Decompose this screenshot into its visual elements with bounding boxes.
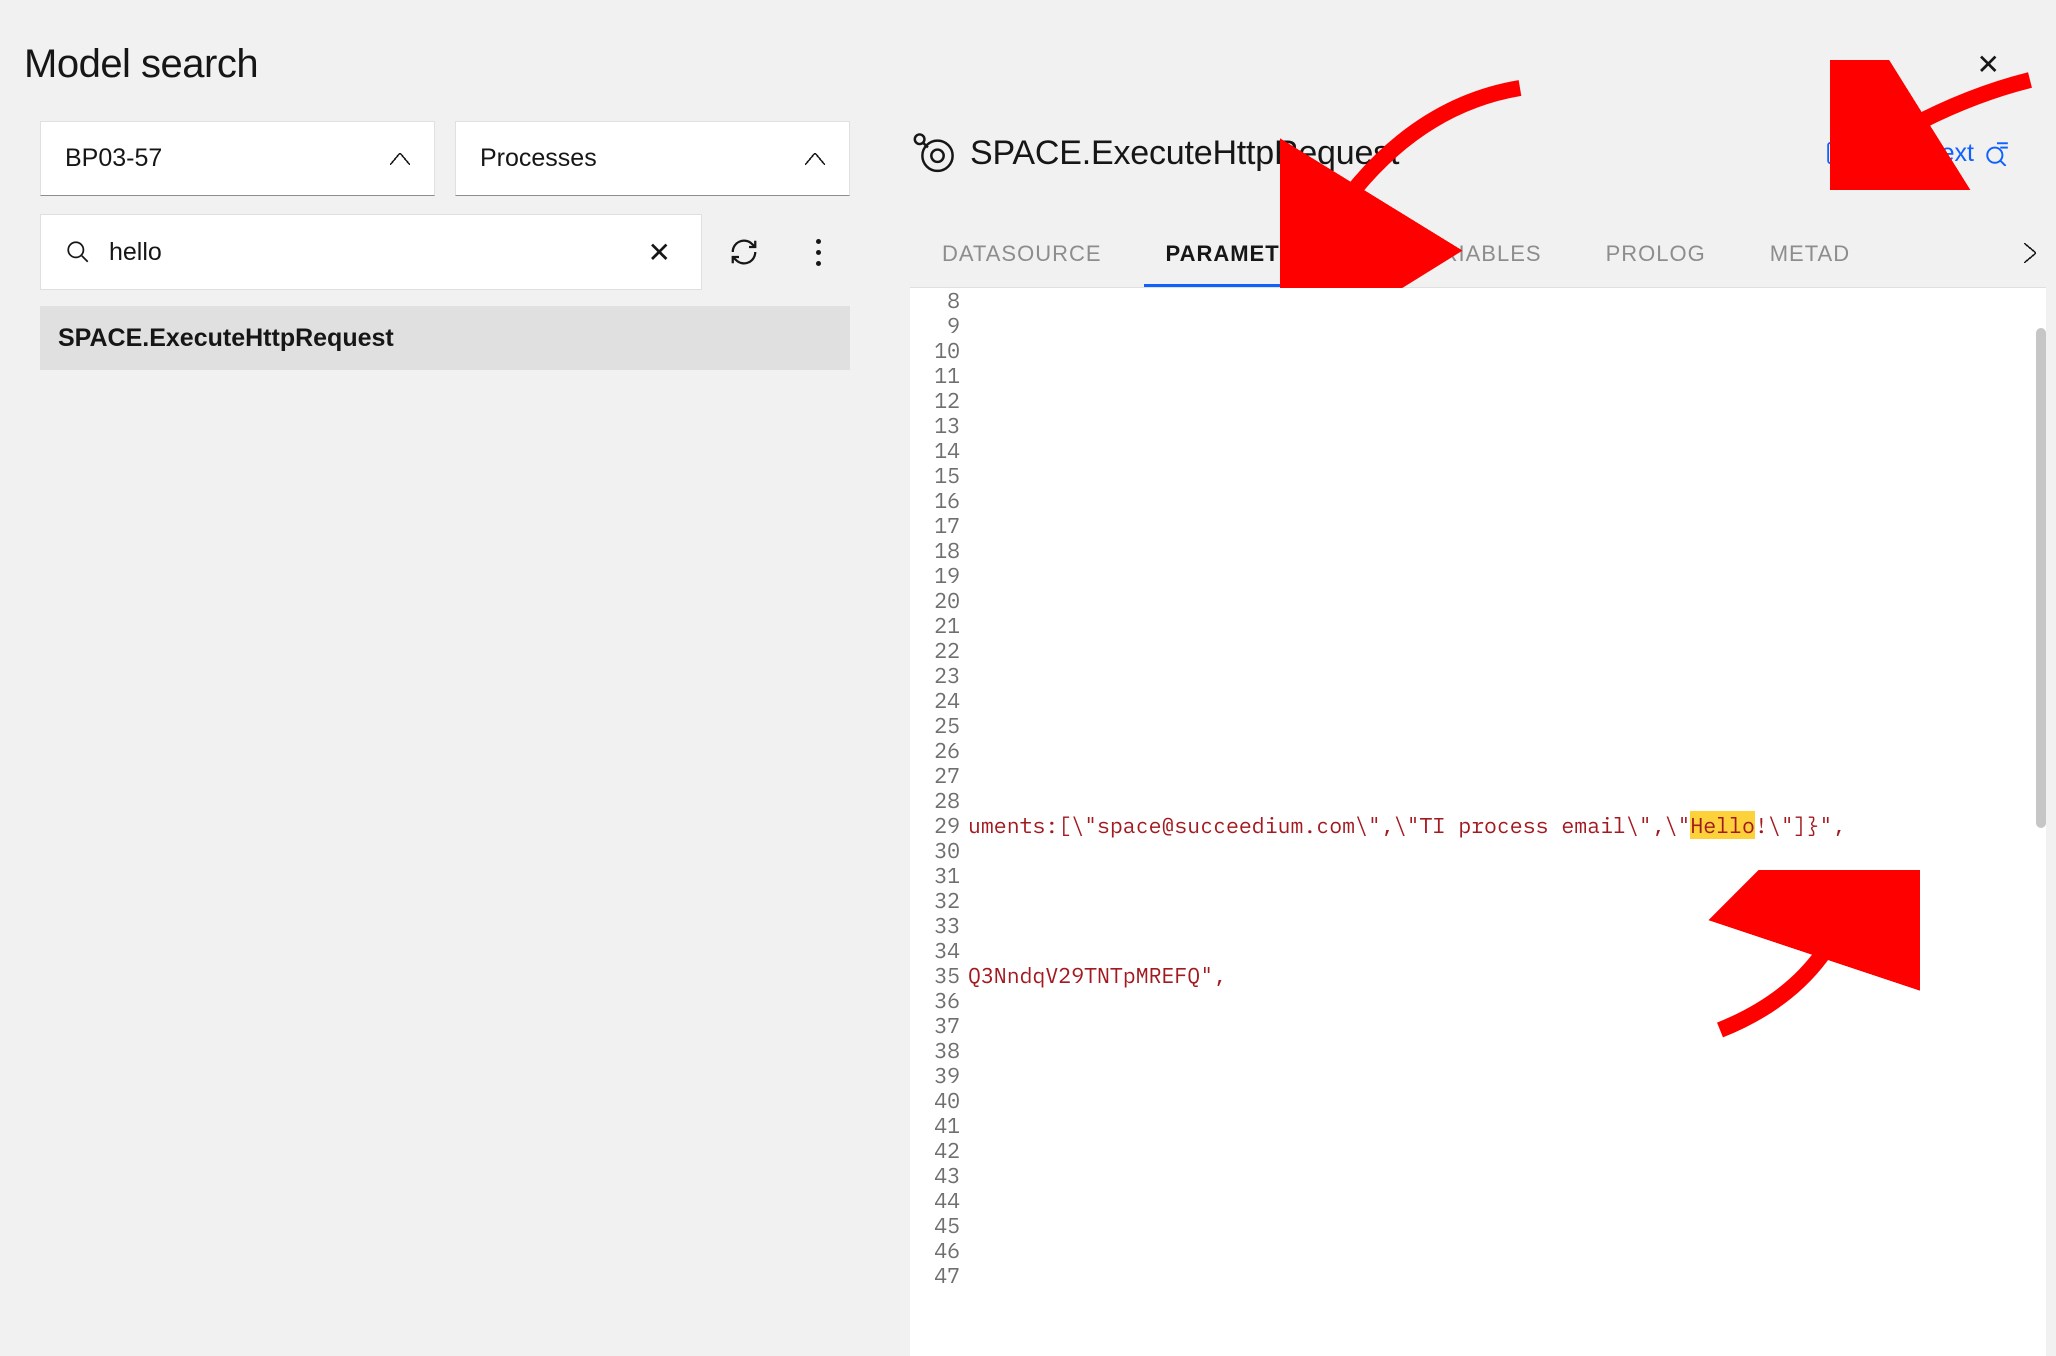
tab-label: DATASOURCE bbox=[942, 241, 1102, 266]
scrollbar-thumb[interactable] bbox=[2036, 328, 2046, 828]
overflow-menu-icon bbox=[816, 239, 821, 266]
tab-datasource[interactable]: DATASOURCE bbox=[910, 225, 1134, 287]
search-result-item[interactable]: SPACE.ExecuteHttpRequest bbox=[40, 306, 850, 370]
process-icon bbox=[910, 131, 954, 175]
code-content: uments:[\"space@succeedium.com\",\"TI pr… bbox=[966, 288, 2046, 1356]
search-panel: BP03-57 Processes ✕ bbox=[0, 109, 870, 1356]
keyboard-icon[interactable] bbox=[1827, 140, 1863, 166]
database-select[interactable]: BP03-57 bbox=[40, 121, 435, 196]
chevron-right-icon bbox=[2024, 243, 2036, 263]
detail-panel: SPACE.ExecuteHttpRequest Next bbox=[870, 109, 2056, 1356]
search-icon bbox=[65, 239, 91, 265]
modified-dot-icon bbox=[1336, 235, 1348, 247]
next-button[interactable]: Next bbox=[1923, 139, 2010, 168]
database-select-value: BP03-57 bbox=[65, 144, 162, 173]
detail-tabs: DATASOURCE PARAMETERS VARIABLES PROLOG M… bbox=[910, 225, 2046, 288]
refresh-icon bbox=[729, 237, 759, 267]
clear-search-button[interactable]: ✕ bbox=[642, 236, 677, 269]
find-next-icon bbox=[1984, 140, 2010, 166]
overflow-menu-button[interactable] bbox=[786, 214, 850, 290]
search-input[interactable] bbox=[109, 238, 624, 267]
gutter: 8910111213141516171819202122232425262728… bbox=[910, 288, 966, 1356]
object-type-select[interactable]: Processes bbox=[455, 121, 850, 196]
tab-prolog[interactable]: PROLOG bbox=[1574, 225, 1738, 287]
page-title: Model search bbox=[24, 42, 258, 87]
process-title: SPACE.ExecuteHttpRequest bbox=[970, 134, 1399, 173]
tab-label: PARAMETERS bbox=[1166, 241, 1328, 266]
scroll-tabs-right-button[interactable] bbox=[2014, 233, 2046, 276]
object-type-select-value: Processes bbox=[480, 144, 597, 173]
chevron-down-icon bbox=[805, 153, 825, 165]
tab-label: PROLOG bbox=[1606, 241, 1706, 266]
tab-variables[interactable]: VARIABLES bbox=[1380, 225, 1574, 287]
close-button[interactable]: ✕ bbox=[1965, 40, 2012, 89]
tab-label: VARIABLES bbox=[1412, 241, 1542, 266]
code-editor[interactable]: 8910111213141516171819202122232425262728… bbox=[910, 288, 2046, 1356]
search-result-label: SPACE.ExecuteHttpRequest bbox=[58, 324, 394, 353]
tab-parameters[interactable]: PARAMETERS bbox=[1134, 225, 1380, 287]
tab-label: METAD bbox=[1770, 241, 1850, 266]
next-button-label: Next bbox=[1923, 139, 1974, 168]
chevron-down-icon bbox=[390, 153, 410, 165]
search-box: ✕ bbox=[40, 214, 702, 290]
tab-metadata[interactable]: METAD bbox=[1738, 225, 1882, 287]
refresh-button[interactable] bbox=[712, 214, 776, 290]
